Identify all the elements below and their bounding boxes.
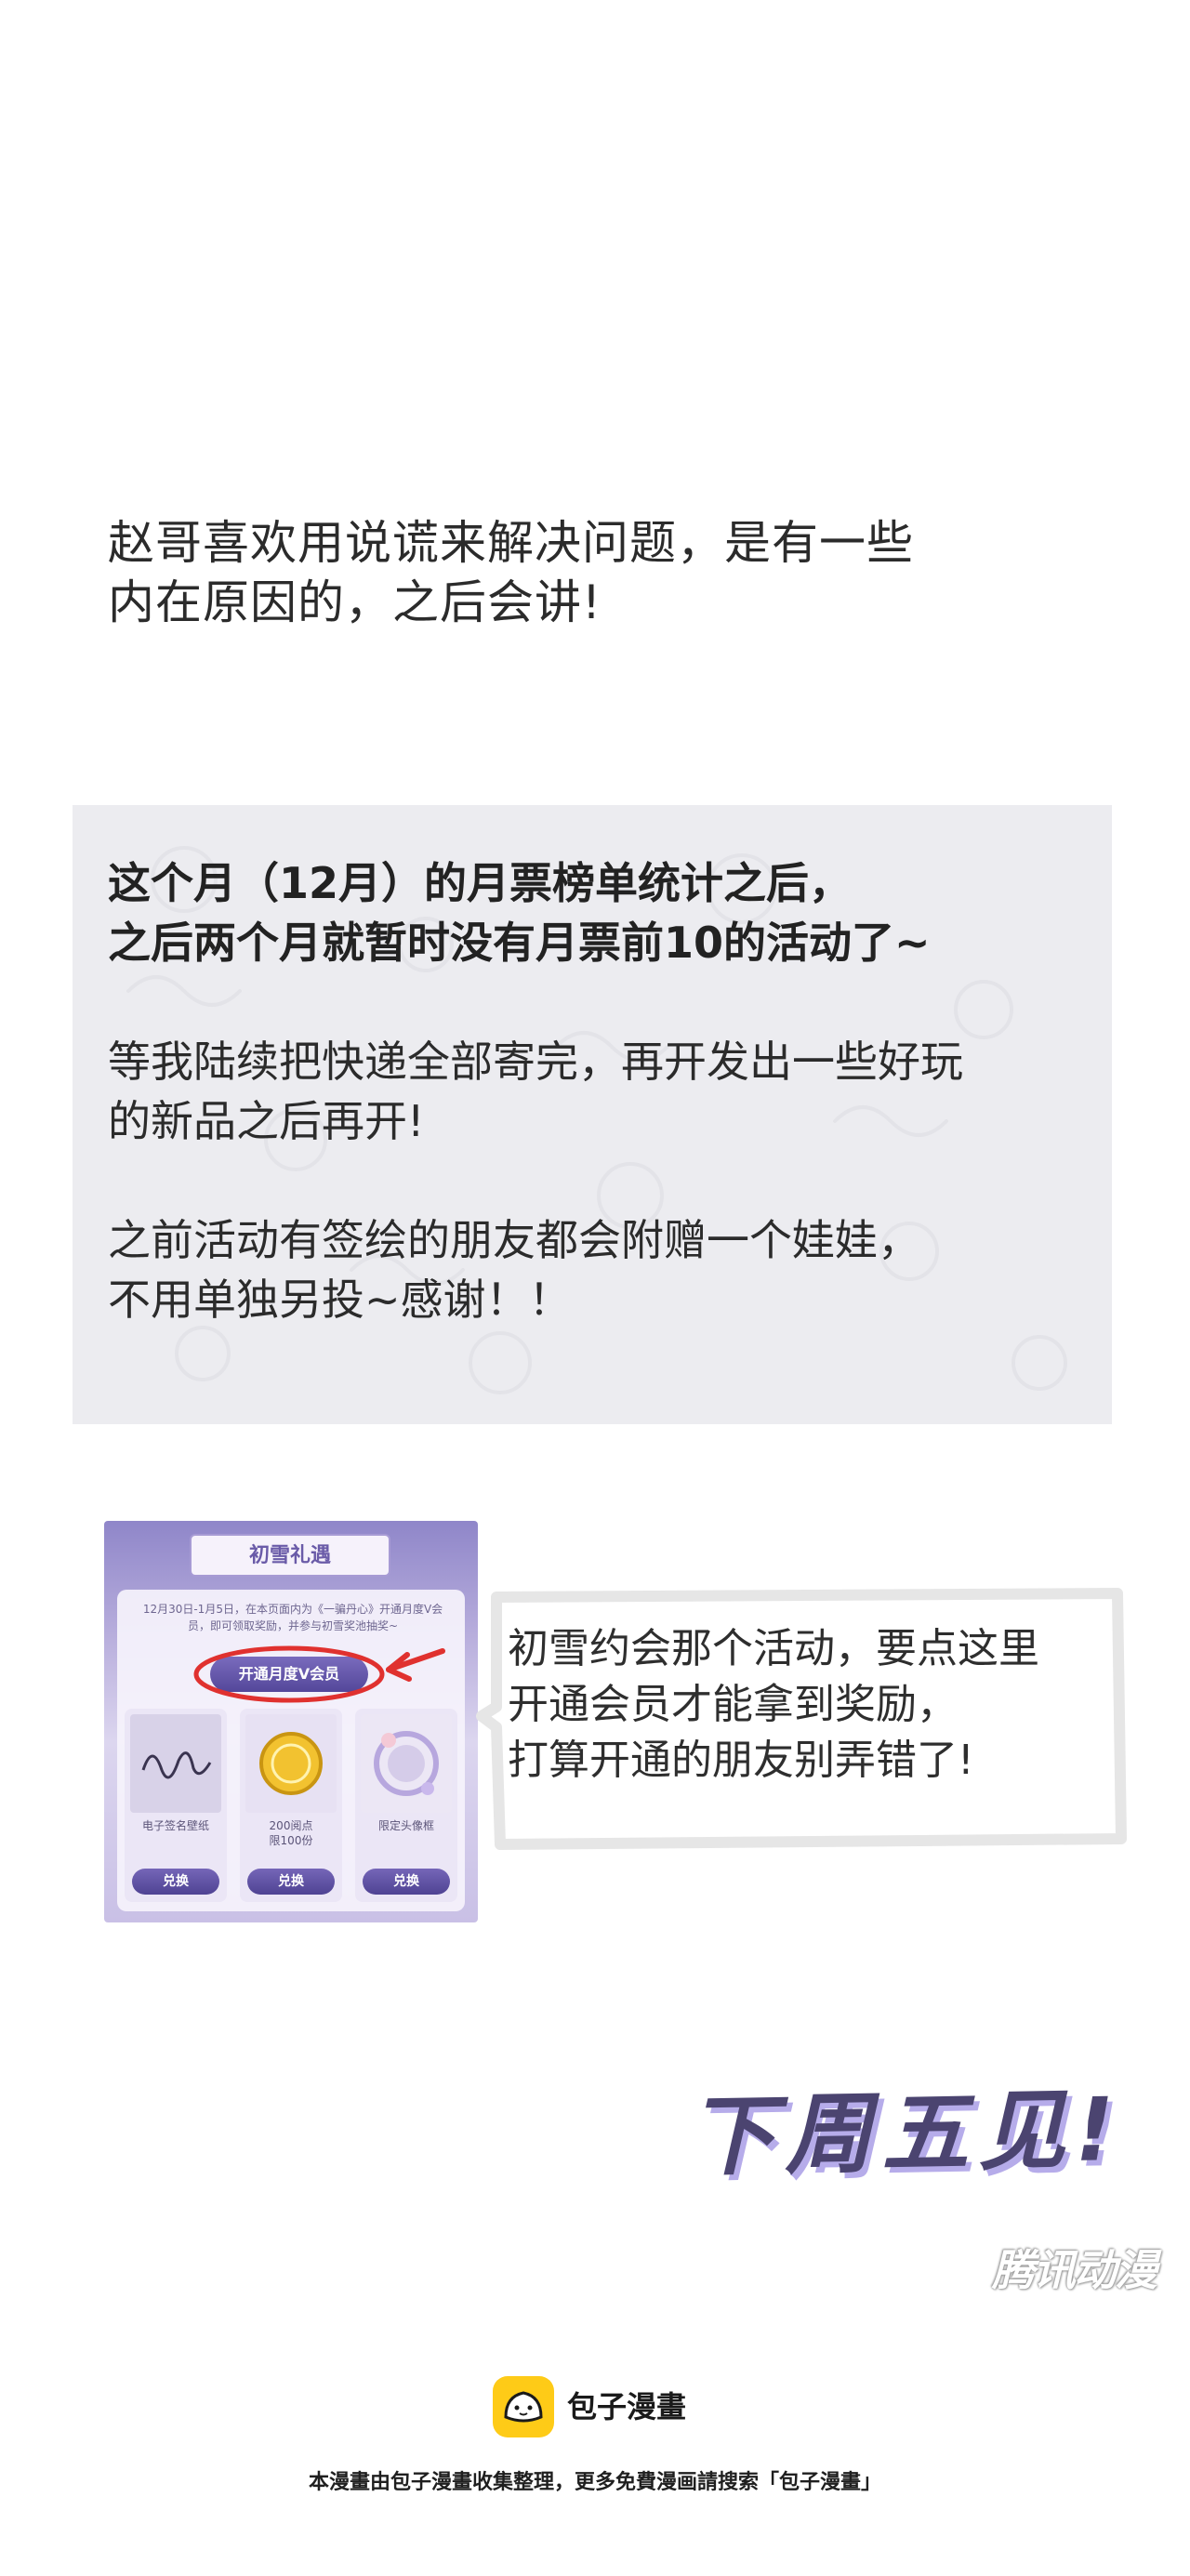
- reward-caption: 电子签名壁纸: [141, 1819, 209, 1832]
- watermark: 腾讯动漫: [992, 2245, 1157, 2295]
- avatar-frame-icon: [361, 1714, 452, 1813]
- notice-bold-line: 之后两个月就暂时没有月票前10的活动了~: [108, 918, 931, 968]
- intro-line: 赵哥喜欢用说谎来解决问题，是有一些: [108, 516, 914, 570]
- reward-item: 200阅点 限100份 兑换: [240, 1709, 342, 1902]
- notice-line: 的新品之后再开!: [108, 1096, 425, 1146]
- exchange-button: 兑换: [363, 1869, 450, 1895]
- intro-line: 内在原因的，之后会讲!: [108, 575, 602, 629]
- bubble-line: 开通会员才能拿到奖励，: [508, 1681, 958, 1728]
- bubble-line: 初雪约会那个活动，要点这里: [508, 1625, 1039, 1672]
- notice-bold-line: 这个月（12月）的月票榜单统计之后，: [108, 858, 853, 908]
- coin-icon: [245, 1714, 337, 1813]
- notice-line: 不用单独另投~感谢！！: [108, 1275, 572, 1325]
- bun-logo-icon: [493, 2376, 554, 2437]
- brand: 包子漫畫: [493, 2376, 734, 2437]
- reward-item: 电子签名壁纸 兑换: [125, 1709, 227, 1902]
- brand-name: 包子漫畫: [567, 2389, 687, 2424]
- intro-text: 赵哥喜欢用说谎来解决问题，是有一些 内在原因的，之后会讲!: [108, 513, 1075, 632]
- notice-line: 之前活动有签绘的朋友都会附赠一个娃娃，: [108, 1215, 920, 1265]
- notice-box: 这个月（12月）的月票榜单统计之后， 之后两个月就暂时没有月票前10的活动了~ …: [73, 805, 1112, 1424]
- promo-screenshot: 初雪礼遇 12月30日-1月5日，在本页面内为《一骗丹心》开通月度V会员，即可领…: [104, 1521, 478, 1922]
- signature-wallpaper-icon: [130, 1714, 221, 1813]
- bubble-text: 初雪约会那个活动，要点这里 开通会员才能拿到奖励， 打算开通的朋友别弄错了!: [508, 1621, 1103, 1789]
- reward-caption: 限定头像框: [377, 1819, 434, 1832]
- reward-item: 限定头像框 兑换: [355, 1709, 457, 1902]
- signoff-text: 下周五见!: [687, 2079, 1125, 2189]
- notice-line: 等我陆续把快递全部寄完，再开发出一些好玩: [108, 1037, 963, 1087]
- reward-caption: 200阅点 限100份: [269, 1819, 313, 1847]
- signoff: 下周五见!: [687, 2069, 1125, 2200]
- exchange-button: 兑换: [247, 1869, 335, 1895]
- promo-title: 初雪礼遇: [190, 1534, 390, 1577]
- promo-panel: 12月30日-1月5日，在本页面内为《一骗丹心》开通月度V会员，即可领取奖励，并…: [117, 1590, 465, 1911]
- notice-text: 这个月（12月）的月票榜单统计之后， 之后两个月就暂时没有月票前10的活动了~ …: [108, 853, 1093, 1329]
- bubble-line: 打算开通的朋友别弄错了!: [508, 1737, 974, 1784]
- footer-text: 本漫畫由包子漫畫收集整理，更多免費漫画請搜索「包子漫畫」: [308, 2471, 881, 2494]
- exchange-button: 兑换: [132, 1869, 219, 1895]
